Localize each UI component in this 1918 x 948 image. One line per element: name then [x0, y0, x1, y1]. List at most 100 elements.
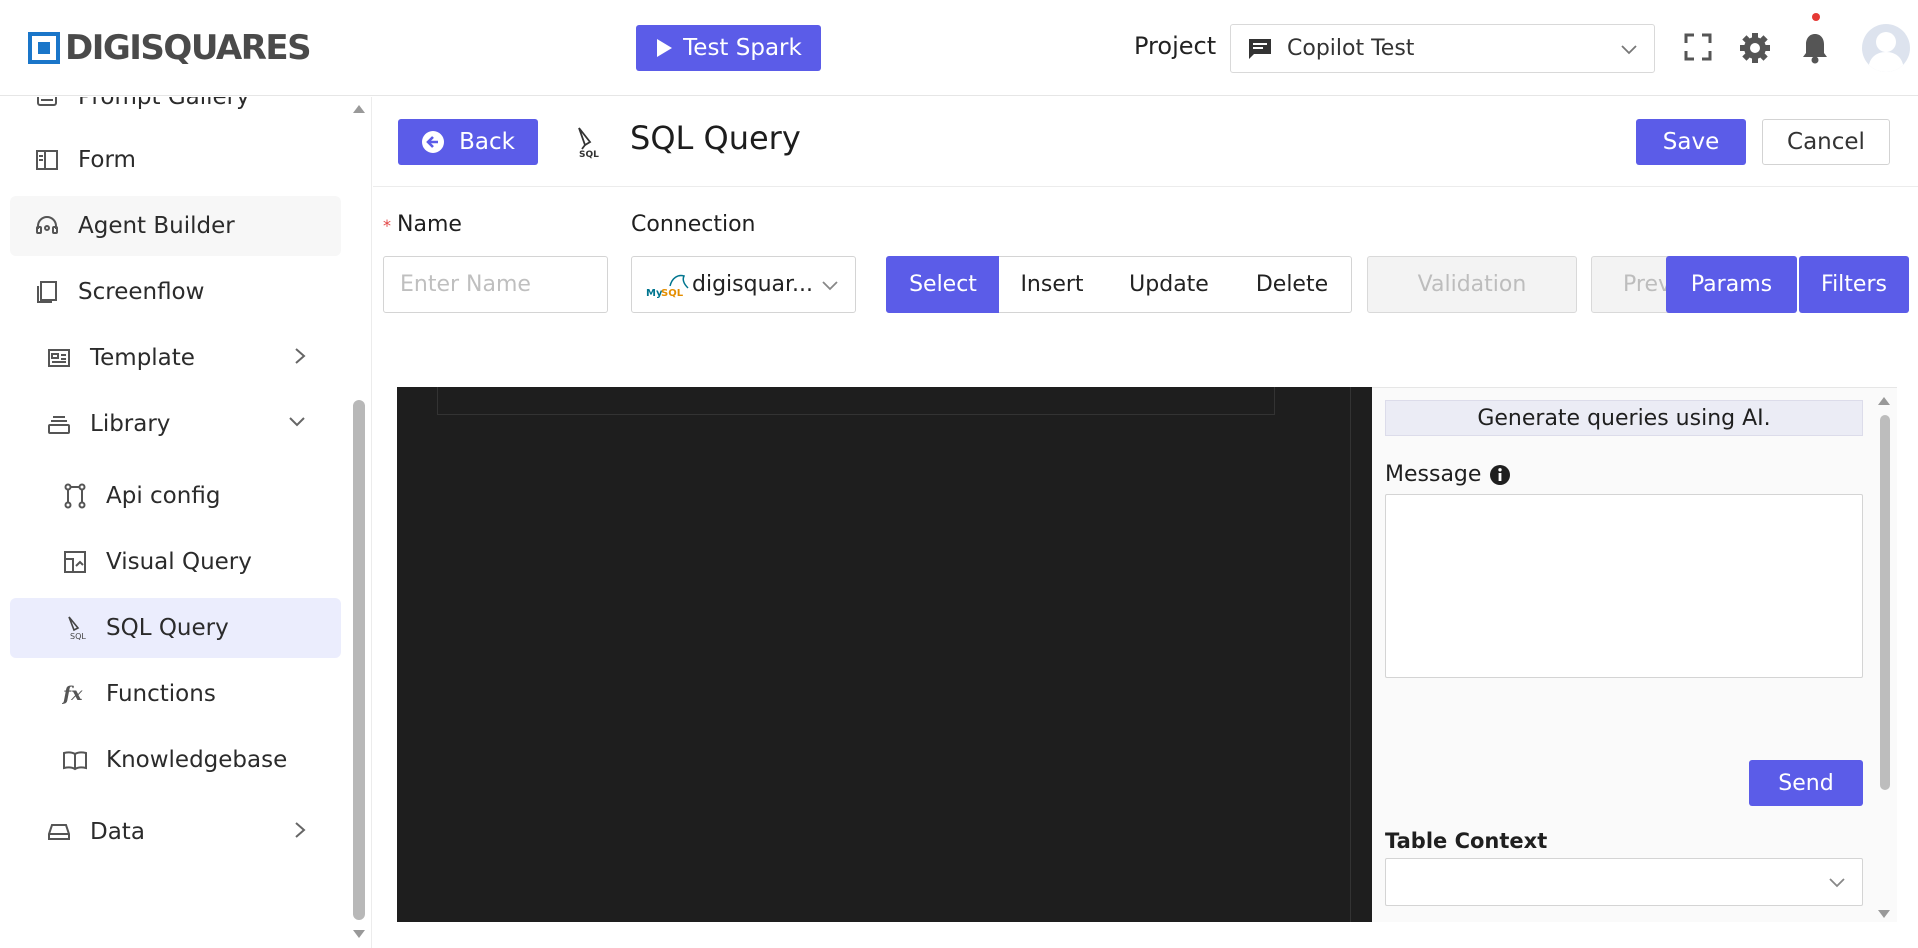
chevron-down-icon: [1828, 873, 1846, 895]
sidebar-item-api-config[interactable]: Api config: [10, 466, 341, 526]
chevron-right-icon: [293, 820, 307, 846]
sidebar-item-label: Knowledgebase: [106, 747, 288, 773]
library-icon: [44, 409, 74, 439]
gallery-icon: [32, 97, 62, 112]
sidebar-item-visual-query[interactable]: Visual Query: [10, 532, 341, 592]
message-textarea[interactable]: [1385, 494, 1863, 678]
screenflow-icon: [32, 277, 62, 307]
sidebar-item-knowledgebase[interactable]: Knowledgebase: [10, 730, 341, 790]
table-context-label: Table Context: [1385, 829, 1548, 853]
required-marker: *: [383, 216, 391, 235]
back-label: Back: [459, 129, 515, 155]
chevron-right-icon: [293, 346, 307, 372]
sidebar-item-prompt-gallery[interactable]: Prompt Gallery: [10, 97, 341, 127]
sidebar-item-library[interactable]: Library: [10, 394, 341, 454]
chevron-down-icon: [1620, 39, 1638, 64]
ai-query-panel: Generate queries using AI. Message Send …: [1372, 387, 1897, 922]
back-arrow-icon: [422, 131, 445, 153]
ai-panel-scroll-down-icon[interactable]: [1877, 905, 1891, 924]
book-icon: [60, 745, 90, 775]
ai-panel-scroll-up-icon[interactable]: [1877, 392, 1891, 411]
info-icon[interactable]: [1489, 464, 1511, 486]
connection-select[interactable]: My SQL digisquar...: [631, 256, 856, 313]
top-header: DIGISQUARES Test Spark Project Copilot T…: [0, 0, 1918, 96]
fullscreen-icon[interactable]: [1683, 32, 1713, 62]
api-config-icon: [60, 481, 90, 511]
test-spark-button[interactable]: Test Spark: [636, 25, 821, 71]
name-label-text: Name: [397, 212, 462, 237]
project-select[interactable]: Copilot Test: [1230, 24, 1655, 73]
sidebar-item-label: Agent Builder: [78, 213, 235, 239]
sidebar-item-data[interactable]: Data: [10, 802, 341, 862]
notification-dot: [1812, 13, 1820, 21]
sidebar-item-label: Data: [90, 819, 145, 845]
message-label-text: Message: [1385, 462, 1482, 487]
cancel-button[interactable]: Cancel: [1762, 119, 1890, 165]
params-button[interactable]: Params: [1666, 256, 1797, 313]
sidebar-scrollbar[interactable]: [353, 400, 365, 920]
send-button[interactable]: Send: [1749, 760, 1863, 806]
sidebar-item-sql-query[interactable]: SQL SQL Query: [10, 598, 341, 658]
sql-icon: SQL: [60, 613, 90, 643]
ai-panel-scrollbar[interactable]: [1880, 415, 1890, 790]
ai-banner: Generate queries using AI.: [1385, 400, 1863, 436]
back-button[interactable]: Back: [398, 119, 538, 165]
gear-icon[interactable]: [1739, 32, 1771, 64]
sidebar-item-label: Template: [90, 345, 195, 371]
function-icon: fx: [60, 679, 90, 709]
connection-value: digisquar...: [692, 272, 814, 297]
logo-mark-icon: [28, 32, 60, 64]
sidebar-scroll-down-icon[interactable]: [352, 925, 366, 944]
sidebar-item-label: SQL Query: [106, 615, 229, 641]
headset-icon: [32, 211, 62, 241]
sidebar-item-label: Functions: [106, 681, 216, 707]
name-label: * Name: [383, 212, 462, 237]
sidebar-item-label: Prompt Gallery: [78, 97, 250, 110]
svg-text:SQL: SQL: [661, 288, 684, 299]
name-input[interactable]: [383, 256, 608, 313]
play-icon: [657, 39, 673, 57]
save-button[interactable]: Save: [1636, 119, 1746, 165]
page-title: SQL Query: [630, 119, 801, 157]
sidebar-item-form[interactable]: Form: [10, 130, 341, 190]
sidebar-item-label: Screenflow: [78, 279, 205, 305]
avatar[interactable]: [1862, 24, 1910, 72]
template-icon: [44, 343, 74, 373]
sidebar: Prompt Gallery Form Agent Builder Screen…: [0, 97, 372, 948]
sidebar-item-label: Library: [90, 411, 171, 437]
connection-label: Connection: [631, 212, 756, 237]
editor-minimap-divider: [1350, 387, 1351, 922]
form-icon: [32, 145, 62, 175]
query-type-insert[interactable]: Insert: [999, 256, 1106, 313]
app-logo[interactable]: DIGISQUARES: [28, 28, 312, 68]
sidebar-item-label: Visual Query: [106, 549, 252, 575]
test-spark-label: Test Spark: [683, 35, 802, 61]
validation-button[interactable]: Validation: [1367, 256, 1577, 313]
sidebar-item-label: Api config: [106, 483, 221, 509]
query-type-delete[interactable]: Delete: [1233, 256, 1352, 313]
svg-text:SQL: SQL: [579, 150, 599, 159]
drive-icon: [44, 817, 74, 847]
chat-icon: [1247, 37, 1273, 61]
editor-current-line: [437, 387, 1275, 415]
svg-text:SQL: SQL: [70, 632, 86, 641]
logo-text: DIGISQUARES: [65, 28, 312, 68]
query-type-update[interactable]: Update: [1105, 256, 1234, 313]
table-context-select[interactable]: [1385, 858, 1863, 906]
query-type-select[interactable]: Select: [886, 256, 1000, 313]
svg-text:fx: fx: [62, 683, 83, 705]
filters-button[interactable]: Filters: [1799, 256, 1909, 313]
sidebar-scroll-up-icon[interactable]: [352, 100, 366, 119]
sidebar-item-functions[interactable]: fx Functions: [10, 664, 341, 724]
sidebar-item-screenflow[interactable]: Screenflow: [10, 262, 341, 322]
sql-icon: SQL: [573, 125, 599, 163]
sidebar-item-agent-builder[interactable]: Agent Builder: [10, 196, 341, 256]
bell-icon[interactable]: [1801, 32, 1829, 64]
mysql-logo-icon: My SQL: [646, 270, 690, 300]
sidebar-item-template[interactable]: Template: [10, 328, 341, 388]
project-label: Project: [1134, 32, 1217, 60]
chevron-down-icon: [821, 275, 839, 300]
visual-query-icon: [60, 547, 90, 577]
sql-code-editor[interactable]: [397, 387, 1372, 922]
chevron-down-icon: [287, 412, 307, 438]
